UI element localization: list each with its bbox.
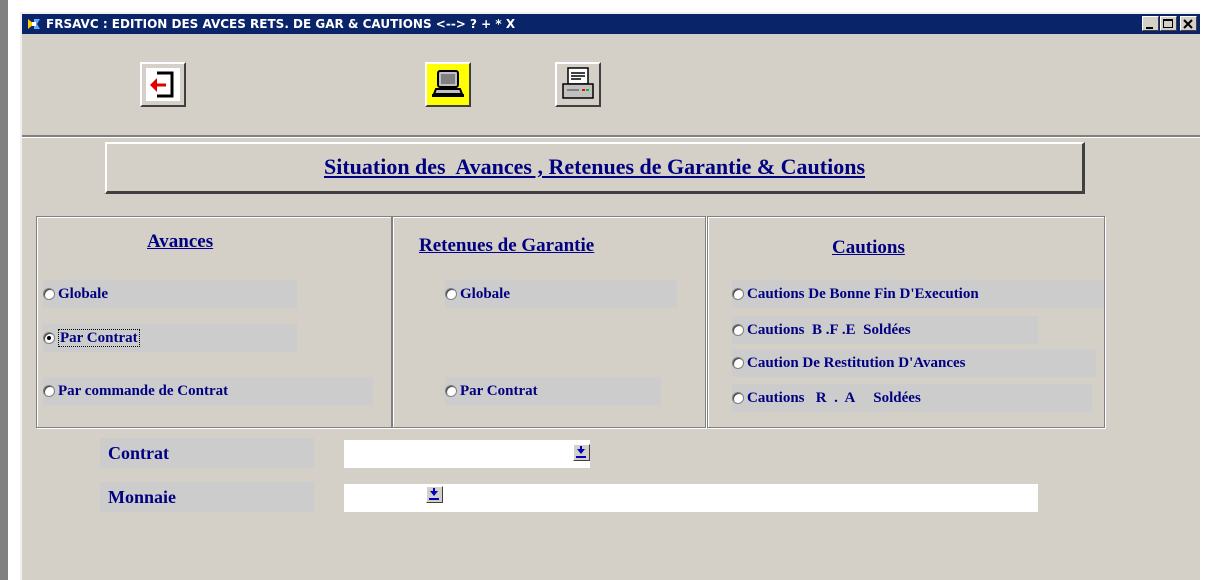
monnaie-dropdown-button[interactable] [426, 486, 443, 503]
radio-icon [732, 287, 744, 300]
radio-icon [732, 356, 744, 369]
print-button[interactable] [555, 62, 601, 107]
preview-button[interactable] [425, 62, 471, 107]
contrat-dropdown-button[interactable] [573, 444, 590, 461]
title-bar[interactable]: FRSAVC : EDITION DES AVCES RETS. DE GAR … [22, 14, 1200, 34]
cautions-group: Cautions Cautions De Bonne Fin D'Executi… [707, 216, 1105, 428]
radio-cautions-bonne-fin[interactable]: Cautions De Bonne Fin D'Execution [732, 280, 1104, 308]
window-title: FRSAVC : EDITION DES AVCES RETS. DE GAR … [46, 17, 516, 31]
cautions-title: Cautions [832, 237, 905, 258]
close-icon [1183, 19, 1193, 29]
option-label: Caution De Restitution D'Avances [747, 355, 966, 371]
app-window: FRSAVC : EDITION DES AVCES RETS. DE GAR … [20, 12, 1200, 580]
option-label: Par Contrat [58, 329, 140, 347]
maximize-icon [1163, 19, 1173, 28]
option-label: Globale [460, 286, 511, 302]
option-label: Par Contrat [460, 383, 538, 399]
maximize-button[interactable] [1160, 16, 1177, 31]
radio-cautions-ra-soldees[interactable]: Cautions R . A Soldées [732, 384, 1092, 412]
radio-icon [445, 287, 457, 300]
exit-button[interactable] [140, 62, 186, 107]
option-label: Cautions B .F .E Soldées [747, 322, 911, 338]
avances-title: Avances [147, 231, 214, 252]
radio-cautions-bfe-soldees[interactable]: Cautions B .F .E Soldées [732, 316, 1038, 344]
left-frame-border [0, 0, 8, 580]
screen-preview-icon [432, 70, 464, 97]
monnaie-label: Monnaie [100, 482, 314, 512]
minimize-button[interactable] [1142, 16, 1159, 31]
app-icon [26, 16, 42, 32]
radio-icon [445, 384, 457, 397]
radio-icon [732, 323, 744, 336]
radio-avances-par-contrat[interactable]: Par Contrat [43, 324, 297, 352]
option-label: Cautions De Bonne Fin D'Execution [747, 286, 979, 302]
radio-avances-globale[interactable]: Globale [43, 280, 297, 308]
page-title: Situation des Avances , Retenues de Gara… [323, 154, 866, 179]
close-button[interactable] [1180, 16, 1197, 31]
option-label: Par commande de Contrat [58, 383, 229, 399]
radio-caution-restitution[interactable]: Caution De Restitution D'Avances [732, 349, 1096, 377]
exit-icon [146, 68, 180, 101]
toolbar-separator [22, 135, 1200, 138]
radio-icon [732, 391, 744, 404]
radio-checked-icon [43, 331, 55, 344]
radio-avances-par-commande[interactable]: Par commande de Contrat [43, 377, 373, 405]
option-label: Globale [58, 286, 109, 302]
avances-group: Avances Globale Par Contrat Par commande… [36, 216, 392, 428]
arrow-down-icon [576, 446, 586, 458]
contrat-label: Contrat [100, 438, 314, 468]
minimize-icon [1146, 27, 1153, 29]
printer-icon [562, 67, 594, 99]
retenues-group: Retenues de Garantie Globale Par Contrat [392, 216, 706, 428]
arrow-down-icon [429, 488, 439, 500]
option-label: Cautions R . A Soldées [747, 390, 921, 406]
heading-panel: Situation des Avances , Retenues de Gara… [105, 142, 1085, 194]
radio-retenues-par-contrat[interactable]: Par Contrat [445, 377, 661, 405]
radio-retenues-globale[interactable]: Globale [445, 280, 677, 308]
retenues-title: Retenues de Garantie [419, 235, 595, 256]
contrat-field[interactable] [344, 440, 590, 468]
monnaie-field[interactable] [344, 484, 1038, 512]
radio-icon [43, 287, 55, 300]
radio-icon [43, 384, 55, 397]
